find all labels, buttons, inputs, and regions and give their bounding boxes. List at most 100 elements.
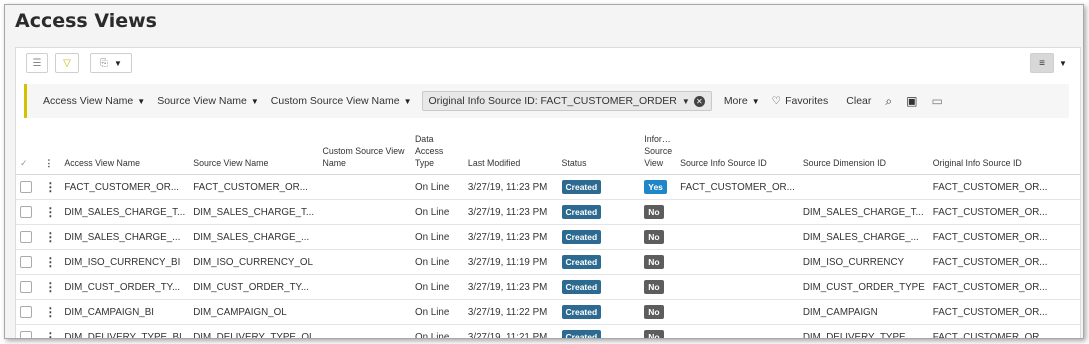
status-badge: Created <box>561 205 602 219</box>
table-row[interactable]: ⋮ FACT_CUSTOMER_OR... FACT_CUSTOMER_OR... O… <box>16 174 1080 200</box>
header-source-dimension-id[interactable]: Source Dimension ID <box>798 124 929 175</box>
info-source-badge: No <box>644 205 664 219</box>
row-checkbox[interactable] <box>16 299 41 325</box>
cell-source-info-source-id <box>676 224 799 250</box>
info-source-badge: No <box>644 330 664 338</box>
cell-custom-source-view-name <box>318 249 411 275</box>
chevron-down-icon: ▼ <box>681 96 690 106</box>
filter-access-view-name[interactable]: Access View Name ▼ <box>43 95 145 107</box>
chevron-down-icon: ▼ <box>137 96 146 106</box>
cell-source-info-source-id <box>676 199 799 225</box>
row-checkbox[interactable] <box>16 174 41 200</box>
header-source-view-name[interactable]: Source View Name <box>189 124 319 175</box>
cell-access-view-name[interactable]: FACT_CUSTOMER_OR... <box>60 174 190 200</box>
cell-last-modified: 3/27/19, 11:23 PM <box>463 274 558 300</box>
cell-last-modified: 3/27/19, 11:21 PM <box>463 324 558 338</box>
row-menu-icon[interactable]: ⋮ <box>40 299 61 325</box>
cell-source-view-name: DIM_ISO_CURRENCY_OL <box>189 249 319 275</box>
table-row[interactable]: ⋮ DIM_SALES_CHARGE_T... DIM_SALES_CHARGE_T… <box>16 199 1080 225</box>
cell-source-info-source-id <box>676 299 799 325</box>
cell-access-view-name[interactable]: DIM_SALES_CHARGE_T... <box>60 199 190 225</box>
row-menu-icon[interactable]: ⋮ <box>40 224 61 250</box>
table-row[interactable]: ⋮ DIM_DELIVERY_TYPE_BI DIM_DELIVERY_TYPE_O… <box>16 324 1080 338</box>
cell-original-info-source-id: FACT_CUSTOMER_OR... <box>928 174 1080 200</box>
table-row[interactable]: ⋮ DIM_CUST_ORDER_TY... DIM_CUST_ORDER_TY..… <box>16 274 1080 300</box>
row-menu-icon[interactable]: ⋮ <box>40 199 61 225</box>
cell-original-info-source-id: FACT_CUSTOMER_OR... <box>928 324 1080 338</box>
cell-custom-source-view-name <box>318 324 411 338</box>
cell-last-modified: 3/27/19, 11:23 PM <box>463 174 558 200</box>
share-menu-button[interactable]: ⎘ ▼ <box>90 53 132 73</box>
remove-filter-icon[interactable]: ✕ <box>693 95 705 107</box>
header-access-view-name[interactable]: Access View Name <box>60 124 190 175</box>
row-menu-icon[interactable]: ⋮ <box>40 174 61 200</box>
app-window: Access Views ☰ ▽ ⎘ ▼ ≡ ▼ Access View Nam… <box>4 4 1084 339</box>
cell-original-info-source-id: FACT_CUSTOMER_OR... <box>928 274 1080 300</box>
folder-icon[interactable]: ▭ <box>931 94 942 108</box>
search-icon[interactable]: ⌕ <box>885 94 892 109</box>
filter-button[interactable]: ▽ <box>55 53 79 73</box>
more-label: More <box>723 95 748 107</box>
status-badge: Created <box>561 255 602 269</box>
row-menu-icon[interactable]: ⋮ <box>40 324 61 338</box>
page-title: Access Views <box>15 10 157 32</box>
row-checkbox[interactable] <box>16 274 41 300</box>
cell-data-access-type: On Line <box>410 174 464 200</box>
select-all-checkbox[interactable]: ✓ <box>16 124 41 175</box>
cell-access-view-name[interactable]: DIM_DELIVERY_TYPE_BI <box>60 324 190 338</box>
list-toggle-button[interactable]: ☰ <box>26 53 48 73</box>
cell-source-dimension-id <box>798 174 929 200</box>
cell-access-view-name[interactable]: DIM_SALES_CHARGE_... <box>60 224 190 250</box>
row-menu-icon[interactable]: ⋮ <box>40 274 61 300</box>
list-view-icon: ≡ <box>1039 57 1045 69</box>
header-info-source-view[interactable]: Infor… Source View <box>640 124 677 175</box>
filter-custom-source-view-name[interactable]: Custom Source View Name ▼ <box>271 95 412 107</box>
filter-source-view-name[interactable]: Source View Name ▼ <box>157 95 259 107</box>
row-checkbox[interactable] <box>16 199 41 225</box>
active-filter-chip[interactable]: Original Info Source ID: FACT_CUSTOMER_O… <box>421 91 712 111</box>
filter-bar: Access View Name ▼ Source View Name ▼ Cust… <box>24 84 1069 118</box>
view-mode-dropdown[interactable]: ▼ <box>1056 53 1070 73</box>
header-last-modified[interactable]: Last Modified <box>463 124 558 175</box>
cell-info-source-view: Yes <box>640 174 677 200</box>
cell-access-view-name[interactable]: DIM_CAMPAIGN_BI <box>60 299 190 325</box>
table-row[interactable]: ⋮ DIM_ISO_CURRENCY_BI DIM_ISO_CURRENCY_OL O… <box>16 249 1080 275</box>
filter-label: Source View Name <box>157 95 247 107</box>
cell-access-view-name[interactable]: DIM_ISO_CURRENCY_BI <box>60 249 190 275</box>
row-checkbox[interactable] <box>16 249 41 275</box>
cell-source-view-name: DIM_DELIVERY_TYPE_OL <box>189 324 319 338</box>
active-filter-label: Original Info Source ID: FACT_CUSTOMER_O… <box>428 95 677 107</box>
favorites-button[interactable]: ♡ Favorites <box>772 95 829 107</box>
cell-access-view-name[interactable]: DIM_CUST_ORDER_TY... <box>60 274 190 300</box>
view-mode-button[interactable]: ≡ <box>1030 53 1054 73</box>
status-badge: Created <box>561 180 602 194</box>
more-filters-button[interactable]: More ▼ <box>724 95 760 107</box>
cell-info-source-view: No <box>640 199 677 225</box>
table-row[interactable]: ⋮ DIM_CAMPAIGN_BI DIM_CAMPAIGN_OL On Line 3/… <box>16 299 1080 325</box>
header-data-access-type[interactable]: Data Access Type <box>410 124 464 175</box>
clear-button[interactable]: Clear <box>846 95 871 107</box>
cell-original-info-source-id: FACT_CUSTOMER_OR... <box>928 224 1080 250</box>
row-checkbox[interactable] <box>16 324 41 338</box>
cell-source-dimension-id: DIM_SALES_CHARGE_T... <box>798 199 929 225</box>
cell-source-info-source-id <box>676 249 799 275</box>
row-checkbox[interactable] <box>16 224 41 250</box>
header-original-info-source-id[interactable]: Original Info Source ID <box>928 124 1080 175</box>
header-menu-icon[interactable]: ⋮ <box>40 124 61 175</box>
cell-data-access-type: On Line <box>410 299 464 325</box>
header-status[interactable]: Status <box>557 124 641 175</box>
save-icon[interactable]: ▣ <box>906 94 917 108</box>
cell-original-info-source-id: FACT_CUSTOMER_OR... <box>928 249 1080 275</box>
header-custom-source-view-name[interactable]: Custom Source View Name <box>318 124 411 175</box>
cell-status: Created <box>557 299 641 325</box>
row-menu-icon[interactable]: ⋮ <box>40 249 61 275</box>
filter-label: Access View Name <box>43 95 134 107</box>
cell-source-view-name: DIM_CAMPAIGN_OL <box>189 299 319 325</box>
cell-status: Created <box>557 224 641 250</box>
header-source-info-source-id[interactable]: Source Info Source ID <box>676 124 799 175</box>
cell-source-dimension-id: DIM_CUST_ORDER_TYPE <box>798 274 929 300</box>
cell-info-source-view: No <box>640 249 677 275</box>
chevron-down-icon: ▼ <box>250 96 259 106</box>
table-row[interactable]: ⋮ DIM_SALES_CHARGE_... DIM_SALES_CHARGE_..… <box>16 224 1080 250</box>
info-source-badge: No <box>644 230 664 244</box>
